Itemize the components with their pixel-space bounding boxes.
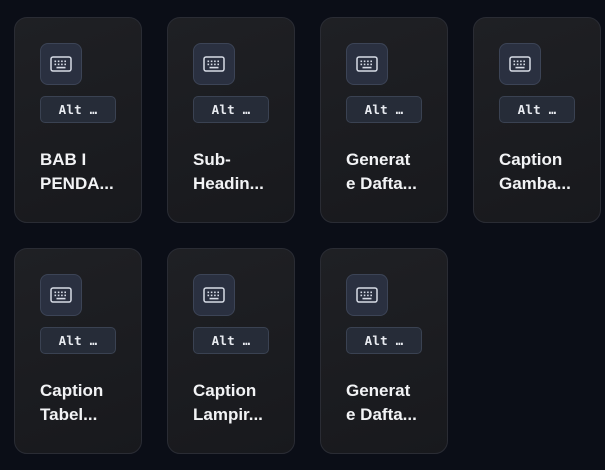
keyboard-icon	[193, 274, 235, 316]
label-line-2: e Dafta...	[346, 405, 417, 424]
shortcut-key-badge: Alt …	[346, 327, 422, 354]
label-line-1: BAB I	[40, 150, 87, 169]
keyboard-icon	[346, 274, 388, 316]
shortcut-key-badge: Alt …	[40, 96, 116, 123]
keyboard-icon	[499, 43, 541, 85]
shortcut-key-badge: Alt …	[499, 96, 575, 123]
shortcut-card-label: Caption Lampir...	[193, 379, 273, 427]
keyboard-icon	[346, 43, 388, 85]
label-line-1: Caption	[193, 381, 257, 400]
shortcut-card-label: Caption Gamba...	[499, 148, 579, 196]
keyboard-icon	[193, 43, 235, 85]
label-line-2: Tabel...	[40, 405, 98, 424]
label-line-2: Gamba...	[499, 174, 571, 193]
keyboard-icon	[40, 43, 82, 85]
shortcut-card-caption-lampiran[interactable]: Alt … Caption Lampir...	[167, 248, 295, 454]
shortcut-key-badge: Alt …	[40, 327, 116, 354]
shortcut-card-label: BAB I PENDA...	[40, 148, 120, 196]
label-line-2: Headin...	[193, 174, 264, 193]
label-line-2: Lampir...	[193, 405, 263, 424]
shortcut-key-badge: Alt …	[346, 96, 422, 123]
shortcut-card-generate-daftar-1[interactable]: Alt … Generat e Dafta...	[320, 17, 448, 223]
shortcut-card-grid: Alt … BAB I PENDA... Alt … Sub- Headin... …	[14, 17, 601, 454]
shortcut-card-bab-i-pendahuluan[interactable]: Alt … BAB I PENDA...	[14, 17, 142, 223]
keyboard-icon	[40, 274, 82, 316]
shortcut-card-caption-tabel[interactable]: Alt … Caption Tabel...	[14, 248, 142, 454]
shortcut-card-label: Generat e Dafta...	[346, 379, 426, 427]
label-line-1: Sub-	[193, 150, 231, 169]
shortcut-card-generate-daftar-2[interactable]: Alt … Generat e Dafta...	[320, 248, 448, 454]
shortcut-card-label: Generat e Dafta...	[346, 148, 426, 196]
label-line-1: Generat	[346, 150, 411, 169]
shortcut-card-sub-heading[interactable]: Alt … Sub- Headin...	[167, 17, 295, 223]
label-line-1: Caption	[40, 381, 104, 400]
shortcut-key-badge: Alt …	[193, 327, 269, 354]
label-line-1: Caption	[499, 150, 563, 169]
shortcut-card-caption-gambar[interactable]: Alt … Caption Gamba...	[473, 17, 601, 223]
label-line-2: PENDA...	[40, 174, 114, 193]
shortcut-card-label: Sub- Headin...	[193, 148, 273, 196]
shortcut-card-label: Caption Tabel...	[40, 379, 120, 427]
label-line-2: e Dafta...	[346, 174, 417, 193]
shortcut-key-badge: Alt …	[193, 96, 269, 123]
label-line-1: Generat	[346, 381, 411, 400]
